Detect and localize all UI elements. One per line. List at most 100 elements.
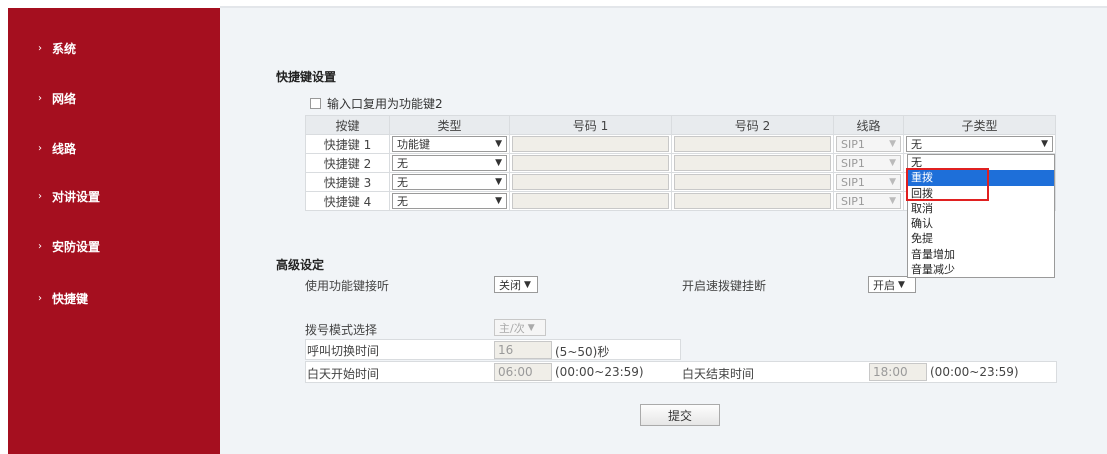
dropdown-arrow-icon: ▼ [495,139,502,149]
dial-mode-label: 拨号模式选择 [305,323,378,337]
subtype-option-confirm[interactable]: 确认 [908,216,1054,231]
number1-input[interactable] [512,136,669,152]
sidebar-item-label: 系统 [52,42,77,56]
sidebar-item-intercom[interactable]: › 对讲设置 [38,188,100,205]
line-select-value: SIP1 [841,194,865,208]
header-key: 按键 [305,115,390,135]
dropdown-arrow-icon: ▼ [889,177,896,187]
quickkey-section-title: 快捷键设置 [276,70,337,84]
call-switch-label: 呼叫切换时间 [307,344,380,358]
dropdown-arrow-icon: ▼ [527,322,535,333]
day-start-input[interactable]: 06:00 [494,363,552,381]
sidebar-item-quickkey[interactable]: › 快捷键 [38,290,88,307]
header-line: 线路 [833,115,904,135]
chevron-right-icon: › [38,293,42,304]
type-select[interactable]: 无 ▼ [392,174,507,190]
number1-input[interactable] [512,155,669,171]
line-select[interactable]: SIP1 ▼ [836,193,901,209]
dropdown-arrow-icon: ▼ [495,196,502,206]
day-end-label: 白天结束时间 [682,367,755,381]
line-select-value: SIP1 [841,156,865,170]
type-select[interactable]: 无 ▼ [392,155,507,171]
header-number2: 号码 2 [671,115,834,135]
dropdown-arrow-icon: ▼ [1041,139,1048,149]
line-select[interactable]: SIP1 ▼ [836,174,901,190]
sidebar-item-network[interactable]: › 网络 [38,90,76,107]
call-switch-hint: (5~50)秒 [555,345,610,359]
type-select-value: 功能键 [397,138,430,151]
chevron-right-icon: › [38,143,42,154]
input-reuse-label: 输入口复用为功能键2 [327,97,443,111]
number2-input[interactable] [674,136,831,152]
number1-input[interactable] [512,193,669,209]
line-select-value: SIP1 [841,137,865,151]
advanced-section-title: 高级设定 [276,258,325,272]
header-number1: 号码 1 [509,115,672,135]
dropdown-arrow-icon: ▼ [898,279,905,290]
line-select[interactable]: SIP1 ▼ [836,136,901,152]
func-listen-value: 关闭 [499,278,521,292]
chevron-right-icon: › [38,93,42,104]
number2-input[interactable] [674,193,831,209]
day-end-input[interactable]: 18:00 [869,363,927,381]
sidebar-item-label: 快捷键 [52,292,89,306]
dial-mode-select[interactable]: 主/次 ▼ [494,319,546,336]
speed-hangup-select[interactable]: 开启 ▼ [868,276,916,293]
day-start-hint: (00:00~23:59) [555,365,644,379]
dial-mode-value: 主/次 [499,321,525,335]
sidebar-item-label: 网络 [52,92,77,106]
dropdown-arrow-icon: ▼ [889,158,896,168]
chevron-right-icon: › [38,191,42,202]
key-label: 快捷键 3 [305,172,390,192]
number2-input[interactable] [674,155,831,171]
speed-hangup-value: 开启 [873,278,895,292]
subtype-select[interactable]: 无 ▼ [906,136,1053,152]
input-reuse-checkbox-row[interactable]: 输入口复用为功能键2 [310,95,443,112]
chevron-right-icon: › [38,241,42,252]
header-subtype: 子类型 [903,115,1056,135]
type-select-value: 无 [397,195,408,208]
func-listen-select[interactable]: 关闭 ▼ [494,276,538,293]
sidebar-item-label: 线路 [52,142,77,156]
sidebar-item-label: 安防设置 [52,240,101,254]
type-select-value: 无 [397,157,408,170]
submit-button[interactable]: 提交 [640,404,720,426]
line-select[interactable]: SIP1 ▼ [836,155,901,171]
line-select-value: SIP1 [841,175,865,189]
type-select[interactable]: 无 ▼ [392,193,507,209]
dropdown-arrow-icon: ▼ [495,158,502,168]
subtype-select-value: 无 [911,138,922,151]
dropdown-arrow-icon: ▼ [889,196,896,206]
day-end-hint: (00:00~23:59) [930,365,1019,379]
sidebar-item-system[interactable]: › 系统 [38,40,76,57]
subtype-option-volume-up[interactable]: 音量增加 [908,247,1054,262]
key-label: 快捷键 1 [305,134,390,154]
subtype-option-cancel[interactable]: 取消 [908,201,1054,216]
subtype-option-callback[interactable]: 回拨 [908,186,1054,201]
number2-input[interactable] [674,174,831,190]
func-listen-label: 使用功能键接听 [305,279,390,293]
key-label: 快捷键 2 [305,153,390,173]
dropdown-arrow-icon: ▼ [495,177,502,187]
sidebar-item-security[interactable]: › 安防设置 [38,238,100,255]
subtype-option-handsfree[interactable]: 免提 [908,231,1054,246]
header-type: 类型 [389,115,510,135]
call-switch-input[interactable]: 16 [494,341,552,359]
sidebar-item-label: 对讲设置 [52,190,101,204]
day-start-label: 白天开始时间 [307,367,380,381]
dropdown-arrow-icon: ▼ [889,139,896,149]
table-row: 快捷键 1 功能键 ▼ SIP1 ▼ 无 ▼ [305,134,1056,154]
speed-hangup-label: 开启速拨键挂断 [682,279,767,293]
number1-input[interactable] [512,174,669,190]
type-select[interactable]: 功能键 ▼ [392,136,507,152]
dropdown-arrow-icon: ▼ [524,279,531,290]
input-reuse-checkbox[interactable] [310,98,321,109]
subtype-option-volume-down[interactable]: 音量减少 [908,262,1054,277]
subtype-option-none[interactable]: 无 [908,155,1054,170]
type-select-value: 无 [397,176,408,189]
subtype-option-redial[interactable]: 重拨 [908,170,1054,186]
key-label: 快捷键 4 [305,191,390,211]
subtype-dropdown-list: 无 重拨 回拨 取消 确认 免提 音量增加 音量减少 [907,154,1055,279]
sidebar-item-line[interactable]: › 线路 [38,140,76,157]
sidebar: › 系统 › 网络 › 线路 › 对讲设置 › 安防设置 › 快捷键 [8,8,220,454]
